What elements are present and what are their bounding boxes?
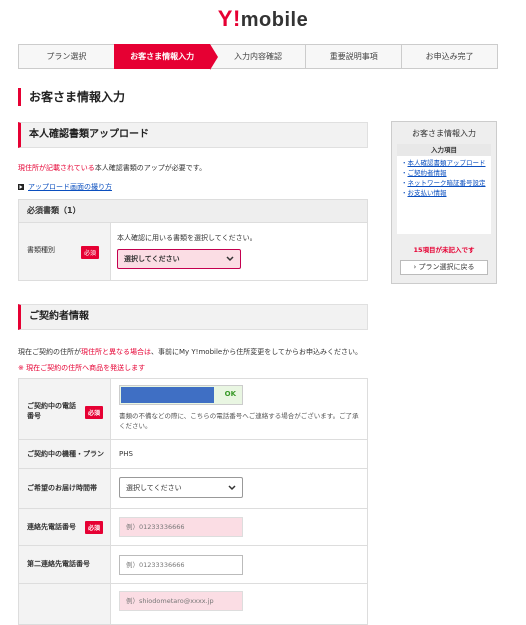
- contract-note: 現在ご契約の住所が現住所と異なる場合は、事前にMy Y!mobileから住所変更…: [18, 347, 362, 357]
- model-value: PHS: [119, 450, 133, 458]
- step-important-notes: 重要説明事項: [305, 44, 402, 69]
- phone-ok-indicator: OK: [224, 390, 236, 398]
- sidebar-item-contract[interactable]: ・ご契約者情報: [401, 169, 487, 177]
- second-contact-value-cell: 例）01233336666: [111, 546, 367, 583]
- table-row: 連絡先電話番号 必須 例）01233336666: [19, 509, 367, 546]
- step-confirm: 入力内容確認: [209, 44, 306, 69]
- delivery-time-select[interactable]: 選択してください: [119, 477, 243, 498]
- step-plan-select: プラン選択: [18, 44, 114, 69]
- logo-mark: Y!: [217, 6, 241, 31]
- doc-type-select[interactable]: 選択してください: [117, 249, 241, 269]
- doc-type-label: 書類種別: [27, 246, 55, 254]
- upload-note: 現住所が記載されている本人確認書類のアップが必要です。: [18, 163, 206, 173]
- doc-type-label-cell: 書類種別 必須: [19, 223, 111, 280]
- page-title: お客さま情報入力: [18, 88, 125, 106]
- back-to-plan-button[interactable]: › プラン選択に戻る: [400, 260, 488, 275]
- email-input[interactable]: 例）shiodometaro@xxxx.jp: [119, 591, 243, 611]
- upload-note-red: 現住所が記載されている: [18, 164, 95, 172]
- table-row: 例）shiodometaro@xxxx.jp: [19, 584, 367, 624]
- contact-phone-input[interactable]: 例）01233336666: [119, 517, 243, 537]
- chevron-down-icon: [226, 256, 234, 262]
- phone-label: ご契約中の電話番号: [27, 402, 76, 420]
- delivery-value-cell: 選択してください: [111, 469, 367, 508]
- table-row: ご契約中の機種・プラン PHS: [19, 440, 367, 469]
- upload-note-rest: 本人確認書類のアップが必要です。: [94, 164, 207, 172]
- table-row: 第二連絡先電話番号 例）01233336666: [19, 546, 367, 584]
- upload-guide-link[interactable]: アップロード画面の撮り方: [28, 183, 112, 191]
- second-contact-label: 第二連絡先電話番号: [19, 546, 111, 583]
- phone-number-redacted: [121, 387, 214, 403]
- progress-steps: プラン選択 お客さま情報入力 入力内容確認 重要説明事項 お申込み完了: [18, 44, 498, 70]
- chevron-down-icon: [228, 484, 236, 490]
- phone-value-cell: OK 書類の不備などの際に、こちらの電話番号へご連絡する場合がございます。ご了承…: [111, 379, 367, 439]
- doc-type-hint: 本人確認に用いる書類を選択してください。: [117, 234, 257, 242]
- doc-type-row: 書類種別 必須 本人確認に用いる書類を選択してください。 選択してください: [18, 223, 368, 281]
- arrow-bullet-icon: [18, 184, 24, 190]
- sidebar-items-box: 入力項目 ・本人確認書類アップロード ・ご契約者情報 ・ネットワーク暗証番号設定…: [397, 144, 491, 234]
- model-label: ご契約中の機種・プラン: [19, 440, 111, 468]
- email-label-cell: [19, 584, 111, 624]
- delivery-label: ご希望のお届け時間帯: [19, 469, 111, 508]
- contact-label-cell: 連絡先電話番号 必須: [19, 509, 111, 545]
- sidebar-title: お客さま情報入力: [412, 129, 476, 138]
- required-docs-header: 必須書類（1）: [18, 199, 368, 223]
- sidebar-item-upload[interactable]: ・本人確認書類アップロード: [401, 159, 487, 167]
- contract-section-heading: ご契約者情報: [18, 304, 368, 330]
- sidebar-panel: お客さま情報入力 入力項目 ・本人確認書類アップロード ・ご契約者情報 ・ネット…: [391, 121, 497, 284]
- required-badge: 必須: [85, 521, 104, 534]
- contract-note-post: 、事前にMy Y!mobileから住所変更をしてからお申込みください。: [151, 348, 363, 356]
- contact-value-cell: 例）01233336666: [111, 509, 367, 545]
- table-row: ご契約中の電話番号 必須 OK 書類の不備などの際に、こちらの電話番号へご連絡す…: [19, 379, 367, 440]
- chevron-right-icon: ›: [413, 263, 417, 271]
- contract-note-pre: 現在ご契約の住所が: [18, 348, 81, 356]
- phone-label-cell: ご契約中の電話番号 必須: [19, 379, 111, 439]
- required-badge: 必須: [85, 406, 104, 419]
- table-row: ご希望のお届け時間帯 選択してください: [19, 469, 367, 509]
- doc-type-value-cell: 本人確認に用いる書類を選択してください。 選択してください: [111, 223, 367, 280]
- contract-shipping-note: ※ 現在ご契約の住所へ商品を発送します: [18, 364, 146, 372]
- back-to-plan-label: プラン選択に戻る: [418, 263, 475, 271]
- sidebar-item-network-pin[interactable]: ・ネットワーク暗証番号設定: [401, 179, 487, 187]
- second-contact-phone-input[interactable]: 例）01233336666: [119, 555, 243, 575]
- required-badge: 必須: [81, 246, 100, 259]
- step-customer-info: お客さま情報入力: [113, 44, 218, 70]
- phone-number-field[interactable]: OK: [119, 385, 243, 405]
- logo-text: mobile: [240, 9, 309, 31]
- sidebar-box-head: 入力項目: [397, 144, 491, 156]
- contact-label: 連絡先電話番号: [27, 523, 76, 531]
- phone-note: 書類の不備などの際に、こちらの電話番号へご連絡する場合がございます。ご了承くださ…: [119, 412, 359, 430]
- step-complete: お申込み完了: [401, 44, 498, 69]
- email-value-cell: 例）shiodometaro@xxxx.jp: [111, 584, 367, 624]
- upload-guide: アップロード画面の撮り方: [18, 182, 112, 192]
- sidebar-item-payment[interactable]: ・お支払い情報: [401, 189, 487, 197]
- contract-note-red: 現住所と異なる場合は: [81, 348, 151, 356]
- delivery-time-select-value: 選択してください: [126, 483, 182, 492]
- doc-type-select-value: 選択してください: [124, 255, 180, 263]
- ymobile-logo[interactable]: Y!mobile: [0, 6, 526, 32]
- upload-section-heading: 本人確認書類アップロード: [18, 122, 368, 148]
- sidebar-warning: 15項目が未記入です: [413, 246, 475, 254]
- contract-table: ご契約中の電話番号 必須 OK 書類の不備などの際に、こちらの電話番号へご連絡す…: [18, 378, 368, 625]
